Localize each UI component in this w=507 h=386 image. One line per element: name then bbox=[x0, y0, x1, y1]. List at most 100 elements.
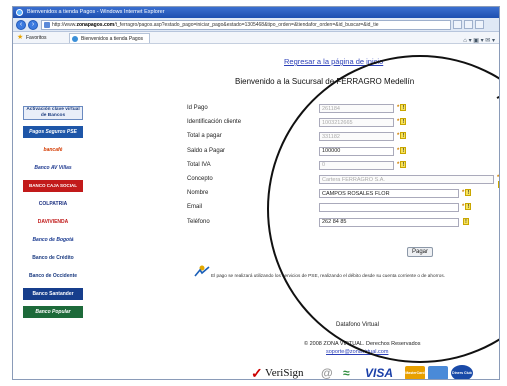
help-icon[interactable]: ! bbox=[400, 132, 407, 140]
field-input[interactable] bbox=[319, 118, 394, 128]
favorites-bar: ★ Favoritos Bienvenidos a tienda Pagos ⌂… bbox=[13, 32, 499, 44]
pse-note: El pago se realizará utilizando los serv… bbox=[211, 273, 445, 278]
field-label: Total IVA bbox=[187, 161, 211, 168]
address-input[interactable]: http://www.zonapagos.com/t_ferragro/pago… bbox=[41, 20, 451, 30]
tab-page-icon bbox=[72, 36, 78, 42]
field-input[interactable] bbox=[319, 160, 394, 170]
form-row: Id Pago *! bbox=[187, 104, 487, 114]
help-icon[interactable]: ! bbox=[498, 181, 499, 188]
pse-logo-icon bbox=[194, 265, 210, 277]
url-path: /t_ferragro/pagos.asp?estado_pago=inicia… bbox=[114, 22, 379, 28]
field-input[interactable] bbox=[319, 175, 494, 184]
field-label: Email bbox=[187, 204, 203, 211]
favorites-label[interactable]: Favoritos bbox=[26, 32, 47, 44]
search-icon[interactable] bbox=[475, 20, 484, 29]
welcome-heading: Bienvenido a la Sucursal de FERRAGRO Med… bbox=[235, 77, 415, 86]
field-input[interactable] bbox=[319, 203, 459, 213]
bank-logo[interactable]: COLPATRIA bbox=[23, 198, 83, 210]
window-title: Bienvenidos a tienda Pagos - Windows Int… bbox=[27, 9, 165, 15]
form-row: Saldo a Pagar *! bbox=[187, 146, 487, 157]
required-asterisk: * bbox=[462, 204, 465, 211]
support-email-link[interactable]: soporte@zonavirtual.com bbox=[326, 349, 388, 355]
required-asterisk: * bbox=[397, 133, 400, 140]
diners-logo: Diners Club bbox=[451, 365, 473, 379]
help-icon[interactable]: ! bbox=[400, 104, 407, 111]
bank-logo[interactable]: DAVIVIENDA bbox=[23, 216, 83, 228]
bank-logo[interactable]: bancafé bbox=[23, 144, 83, 156]
visa-logo: VISA bbox=[365, 366, 394, 380]
back-home-link[interactable]: Regresar a la página de inicio bbox=[284, 57, 383, 66]
form-row: Teléfono! bbox=[187, 217, 487, 228]
pay-button[interactable]: Pagar bbox=[407, 247, 433, 257]
required-asterisk: * bbox=[397, 105, 400, 111]
required-marker: *! bbox=[462, 203, 472, 211]
refresh-icon[interactable] bbox=[453, 20, 462, 29]
form-row: Total a pagar *! bbox=[187, 132, 487, 142]
amex-icon bbox=[428, 366, 448, 379]
field-input[interactable] bbox=[319, 146, 394, 156]
help-icon[interactable]: ! bbox=[400, 118, 407, 126]
help-marker: ! bbox=[462, 217, 469, 225]
tab-label: Bienvenidos a tienda Pagos bbox=[81, 36, 143, 42]
copyright: © 2008 ZONA VIRTUAL. Derechos Reservados bbox=[304, 341, 421, 347]
bank-logo-column: Activación clave virtual de Bancos Pagos… bbox=[23, 106, 83, 324]
help-icon[interactable]: ! bbox=[400, 146, 407, 154]
page-icon bbox=[44, 22, 50, 28]
bank-logo[interactable]: Banco Popular bbox=[23, 306, 83, 318]
browser-tab[interactable]: Bienvenidos a tienda Pagos bbox=[69, 33, 150, 43]
field-label: Saldo a Pagar bbox=[187, 147, 226, 154]
required-marker: *! bbox=[497, 175, 499, 188]
field-label: Concepto bbox=[187, 176, 213, 182]
field-input[interactable] bbox=[319, 217, 459, 227]
form-row: Email *! bbox=[187, 203, 487, 213]
back-icon[interactable]: ‹ bbox=[16, 20, 26, 30]
bank-logo[interactable]: Banco de Bogotá bbox=[23, 234, 83, 246]
required-marker: *! bbox=[397, 118, 407, 126]
help-icon[interactable]: ! bbox=[400, 160, 407, 168]
form-row: Total IVA *! bbox=[187, 160, 487, 171]
bank-logo[interactable]: Banco Santander bbox=[23, 288, 83, 300]
bank-logo[interactable]: Banco de Occidente bbox=[23, 270, 83, 282]
help-icon[interactable]: ! bbox=[465, 203, 472, 211]
bank-logo[interactable]: Banco de Crédito bbox=[23, 252, 83, 264]
required-asterisk: * bbox=[397, 119, 400, 126]
required-marker: *! bbox=[397, 132, 407, 140]
bank-logo[interactable]: BANCO CAJA SOCIAL bbox=[23, 180, 83, 192]
address-bar-row: ‹ › http://www.zonapagos.com/t_ferragro/… bbox=[13, 18, 499, 32]
required-marker: *! bbox=[397, 104, 407, 111]
help-icon[interactable]: ! bbox=[463, 217, 469, 225]
bank-logo[interactable]: Activación clave virtual de Bancos bbox=[23, 106, 83, 120]
field-input[interactable] bbox=[319, 189, 459, 199]
bank-logo[interactable]: Banco AV Villas bbox=[23, 162, 83, 174]
required-asterisk: * bbox=[397, 161, 400, 168]
field-input[interactable] bbox=[319, 104, 394, 113]
field-label: Identificación cliente bbox=[187, 119, 242, 126]
verisign-check-icon: ✓ bbox=[251, 365, 263, 380]
required-asterisk: * bbox=[397, 147, 400, 154]
field-label: Nombre bbox=[187, 190, 209, 197]
title-bar: Bienvenidos a tienda Pagos - Windows Int… bbox=[13, 7, 499, 18]
datafono-label: Datafono Virtual bbox=[336, 322, 379, 328]
field-input[interactable] bbox=[319, 132, 394, 142]
url-prefix: http://www. bbox=[52, 22, 77, 28]
mastercard-logo: MasterCard bbox=[405, 366, 425, 379]
browser-window: Bienvenidos a tienda Pagos - Windows Int… bbox=[12, 6, 500, 380]
field-label: Id Pago bbox=[187, 105, 208, 111]
field-label: Teléfono bbox=[187, 218, 210, 225]
form-row: Identificación cliente *! bbox=[187, 118, 487, 128]
page-content: Regresar a la página de inicio Bienvenid… bbox=[13, 44, 499, 380]
verisign-logo: VeriSign bbox=[265, 367, 304, 379]
bank-logo[interactable]: Pagos Seguros PSE bbox=[23, 126, 83, 138]
footer-logos: ✓ VeriSign @ ≈ VISA MasterCard Diners Cl… bbox=[251, 361, 481, 380]
required-marker: *! bbox=[397, 160, 407, 168]
help-icon[interactable]: ! bbox=[465, 189, 472, 197]
pse-small-icon: ≈ bbox=[343, 366, 350, 380]
form-row: Concepto *! bbox=[187, 175, 499, 188]
required-marker: *! bbox=[462, 189, 472, 197]
url-domain: zonapagos.com bbox=[76, 22, 115, 28]
address-actions bbox=[453, 20, 499, 30]
seal-icon: @ bbox=[321, 366, 333, 380]
favorites-star-icon[interactable]: ★ bbox=[17, 34, 24, 41]
stop-icon[interactable] bbox=[464, 20, 473, 29]
forward-icon[interactable]: › bbox=[28, 20, 38, 30]
